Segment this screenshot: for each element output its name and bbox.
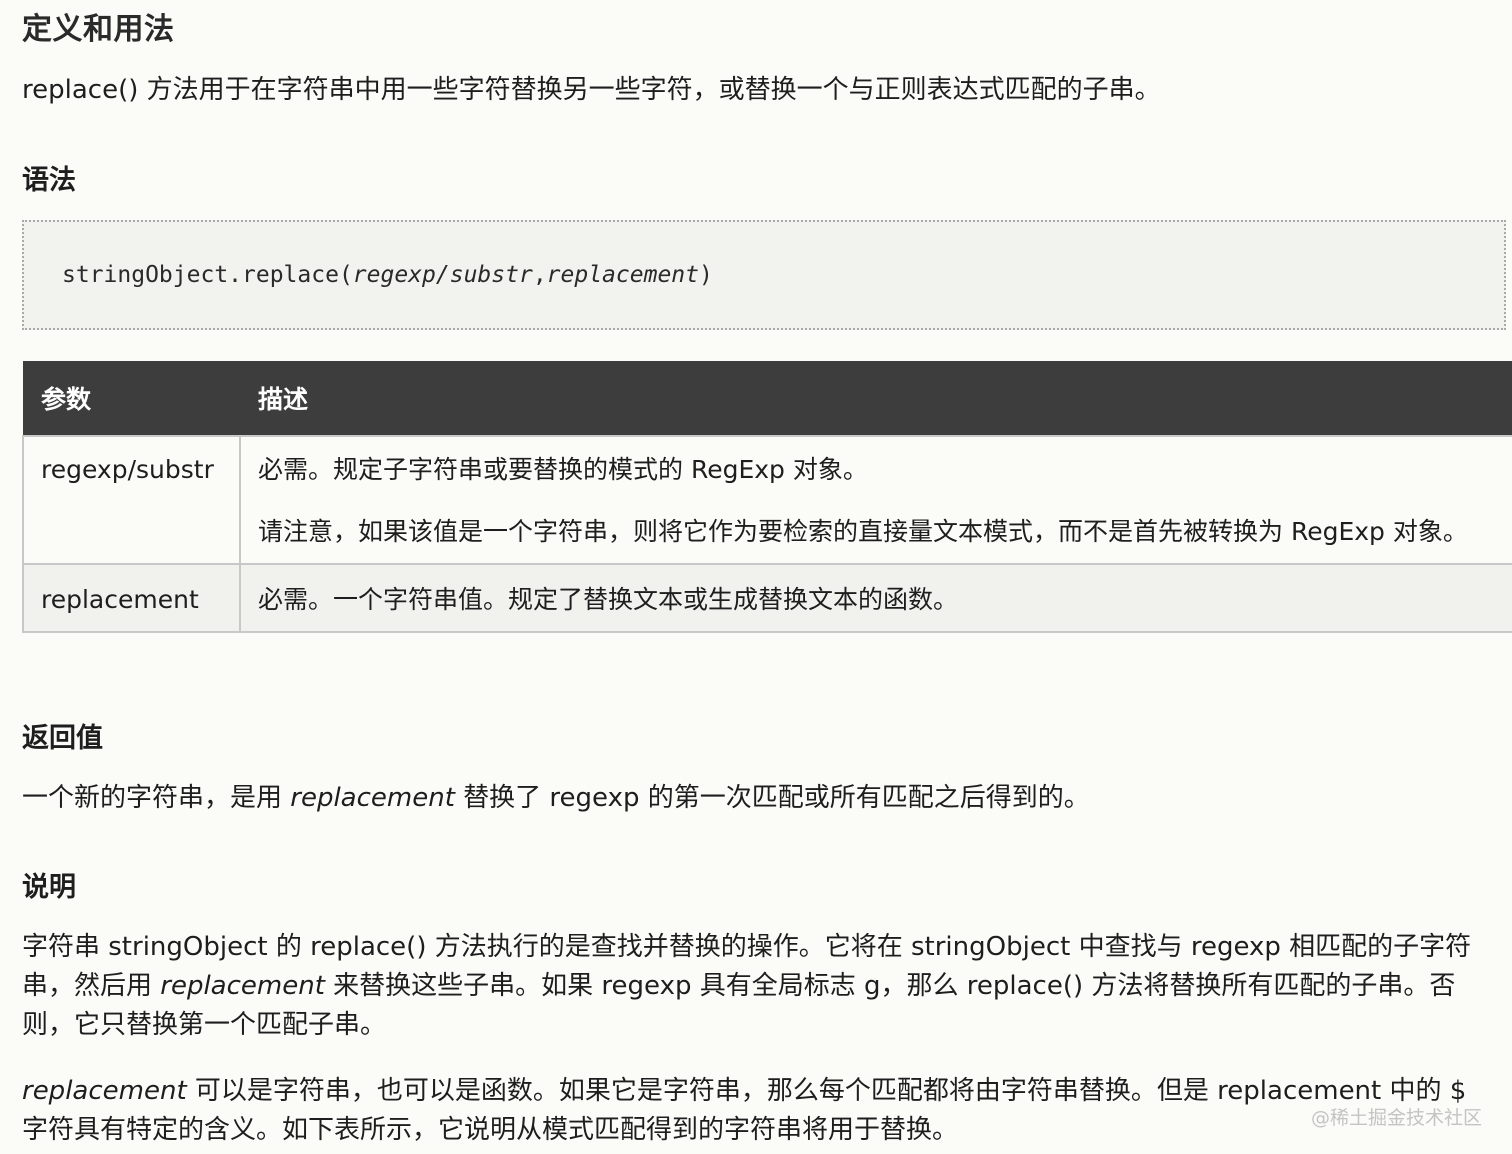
desc-text-em: replacement (160, 971, 325, 1001)
description-paragraph-2: replacement 可以是字符串，也可以是函数。如果它是字符串，那么每个匹配… (22, 1072, 1490, 1150)
param-desc-line: 必需。一个字符串值。规定了替换文本或生成替换文本的函数。 (258, 585, 959, 614)
param-desc-note: 请注意，如果该值是一个字符串，则将它作为要检索的直接量文本模式，而不是首先被转换… (258, 517, 1468, 546)
syntax-heading: 语法 (22, 165, 76, 196)
return-text-part: 替换了 regexp 的第一次匹配或所有匹配之后得到的。 (454, 783, 1090, 813)
table-row: replacement 必需。一个字符串值。规定了替换文本或生成替换文本的函数。 (22, 563, 1512, 633)
return-text-em: replacement (290, 783, 455, 813)
param-desc: 必需。规定子字符串或要替换的模式的 RegExp 对象。 请注意，如果该值是一个… (239, 435, 1512, 565)
header-desc: 描述 (240, 361, 1512, 436)
syntax-code: stringObject.replace(regexp/substr,repla… (62, 262, 713, 288)
code-arg-regexp: regexp/substr (352, 262, 533, 288)
description-paragraph-1: 字符串 stringObject 的 replace() 方法执行的是查找并替换… (22, 928, 1490, 1045)
return-heading: 返回值 (22, 723, 103, 754)
code-suffix: ) (699, 262, 713, 288)
param-desc-line: 必需。规定子字符串或要替换的模式的 RegExp 对象。 (258, 455, 868, 484)
return-text: 一个新的字符串，是用 replacement 替换了 regexp 的第一次匹配… (22, 779, 1492, 818)
param-desc: 必需。一个字符串值。规定了替换文本或生成替换文本的函数。 (239, 563, 1512, 633)
code-arg-replacement: replacement (546, 262, 699, 288)
syntax-code-block: stringObject.replace(regexp/substr,repla… (22, 220, 1506, 330)
param-name: regexp/substr (22, 435, 241, 565)
description-heading: 说明 (22, 872, 76, 903)
code-prefix: stringObject.replace( (62, 262, 353, 288)
code-comma: , (532, 262, 547, 288)
desc-text-part: 可以是字符串，也可以是函数。如果它是字符串，那么每个匹配都将由字符串替换。但是 … (22, 1076, 1467, 1145)
definition-text: replace() 方法用于在字符串中用一些字符替换另一些字符，或替换一个与正则… (22, 75, 1161, 105)
params-header-row: 参数 描述 (23, 361, 1512, 436)
definition-heading: 定义和用法 (22, 12, 175, 47)
watermark-text: @稀土掘金技术社区 (1310, 1107, 1482, 1129)
table-row: regexp/substr 必需。规定子字符串或要替换的模式的 RegExp 对… (22, 435, 1512, 565)
header-param: 参数 (23, 361, 240, 436)
desc-text-em: replacement (22, 1076, 187, 1106)
return-text-part: 一个新的字符串，是用 (22, 783, 291, 813)
param-name: replacement (22, 563, 241, 633)
params-table: 参数 描述 regexp/substr 必需。规定子字符串或要替换的模式的 Re… (22, 361, 1512, 633)
